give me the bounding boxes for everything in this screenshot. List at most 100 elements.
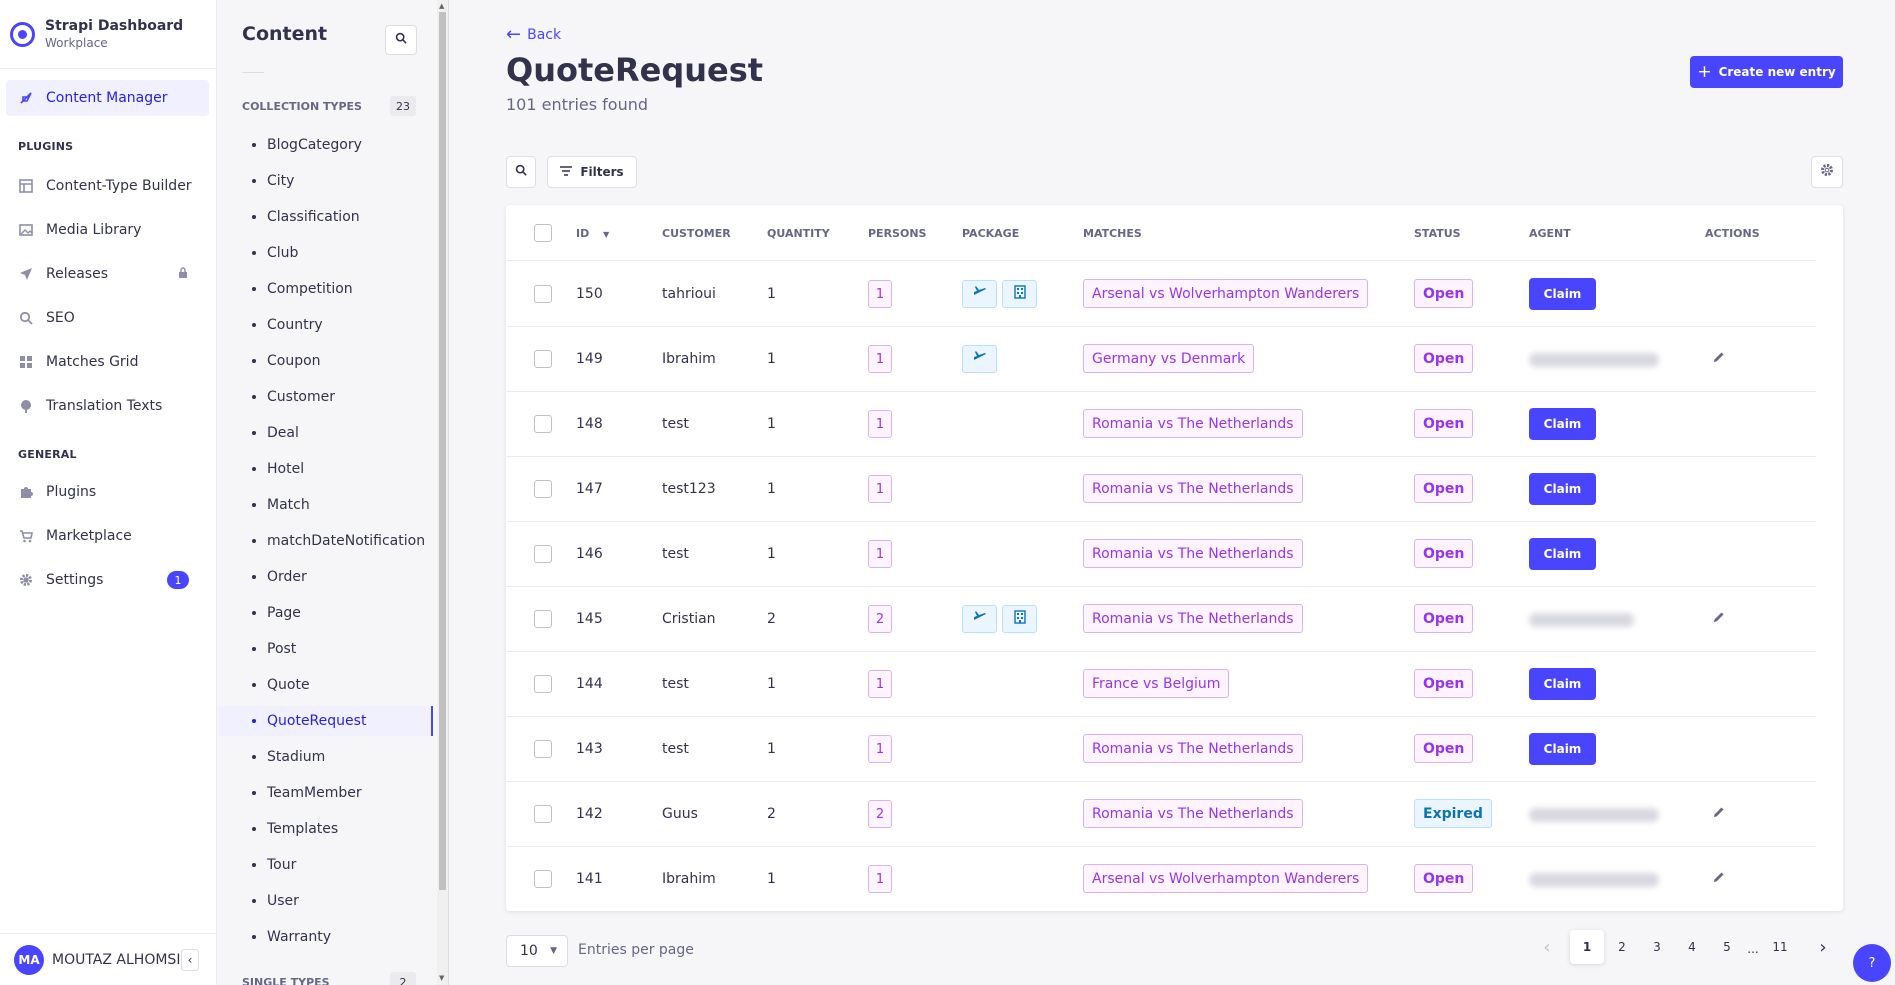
subnav-search-button[interactable] <box>385 25 417 55</box>
collection-item[interactable]: Hotel <box>218 454 433 484</box>
single-types-label[interactable]: SINGLE TYPES <box>242 976 330 985</box>
filters-button[interactable]: Filters <box>547 156 637 188</box>
table-settings-button[interactable] <box>1811 156 1843 188</box>
column-header-matches[interactable]: MATCHES <box>1083 227 1142 240</box>
brand-header[interactable]: Strapi Dashboard Workplace <box>0 0 216 69</box>
column-header-package[interactable]: PACKAGE <box>962 227 1019 240</box>
nav-marketplace[interactable]: Marketplace <box>6 518 209 554</box>
table-row[interactable]: 150 tahrioui 1 1 Arsenal vs Wolverhampton Wa… <box>506 262 1816 327</box>
collection-item[interactable]: TeamMember <box>218 778 433 808</box>
select-all-checkbox[interactable] <box>534 224 552 242</box>
table-row[interactable]: 148 test 1 1 Romania vs The Netherlands Open C… <box>506 392 1816 457</box>
table-row[interactable]: 143 test 1 1 Romania vs The Netherlands Open C… <box>506 717 1816 782</box>
claim-button[interactable]: Claim <box>1529 733 1596 765</box>
image-icon <box>18 222 34 238</box>
nav-content-manager[interactable]: Content Manager <box>6 80 209 116</box>
scrollbar-thumb[interactable] <box>439 12 446 890</box>
collection-item[interactable]: Competition <box>218 274 433 304</box>
claim-button[interactable]: Claim <box>1529 473 1596 505</box>
row-checkbox[interactable] <box>534 480 552 498</box>
collection-item[interactable]: Stadium <box>218 742 433 772</box>
collection-item[interactable]: Classification <box>218 202 433 232</box>
entries-per-page-select[interactable]: 10 ▼ <box>506 935 568 967</box>
user-profile[interactable]: MA MOUTAZ ALHOMSI ‹ <box>0 933 217 985</box>
collection-item[interactable]: Coupon <box>218 346 433 376</box>
column-header-persons[interactable]: PERSONS <box>868 227 926 240</box>
table-row[interactable]: 141 Ibrahim 1 1 Arsenal vs Wolverhampton Wan… <box>506 847 1816 912</box>
nav-settings[interactable]: Settings 1 <box>6 562 209 598</box>
create-new-entry-button[interactable]: + Create new entry <box>1690 56 1843 88</box>
status-badge: Open <box>1414 344 1474 373</box>
previous-page-button[interactable]: ‹ <box>1530 930 1564 964</box>
nav-seo[interactable]: SEO <box>6 300 209 336</box>
table-row[interactable]: 144 test 1 1 France vs Belgium Open Claim <box>506 652 1816 717</box>
row-checkbox[interactable] <box>534 350 552 368</box>
collection-types-label[interactable]: COLLECTION TYPES <box>242 100 362 113</box>
collection-item[interactable]: Tour <box>218 850 433 880</box>
edit-entry-button[interactable] <box>1711 806 1727 822</box>
row-checkbox[interactable] <box>534 415 552 433</box>
edit-entry-button[interactable] <box>1711 611 1727 627</box>
next-page-button[interactable]: › <box>1806 930 1840 964</box>
column-header-status[interactable]: STATUS <box>1414 227 1461 240</box>
column-header-agent[interactable]: AGENT <box>1529 227 1571 240</box>
nav-media-library[interactable]: Media Library <box>6 212 209 248</box>
collection-item[interactable]: Club <box>218 238 433 268</box>
back-link[interactable]: ← Back <box>506 24 561 45</box>
collection-item[interactable]: Quote <box>218 670 433 700</box>
page-button[interactable]: 2 <box>1605 930 1639 964</box>
nav-plugins[interactable]: Plugins <box>6 474 209 510</box>
row-checkbox[interactable] <box>534 740 552 758</box>
collapse-nav-button[interactable]: ‹ <box>181 948 199 971</box>
table-row[interactable]: 146 test 1 1 Romania vs The Netherlands Open C… <box>506 522 1816 587</box>
subnav-scrollbar[interactable]: ▲ ▼ <box>437 0 448 985</box>
table-row[interactable]: 149 Ibrahim 1 1 Germany vs Denmark Open <box>506 327 1816 392</box>
table-row[interactable]: 145 Cristian 2 2 Romania vs The Netherlands O… <box>506 587 1816 652</box>
row-checkbox[interactable] <box>534 870 552 888</box>
collection-item[interactable]: matchDateNotification <box>218 526 433 556</box>
table-row[interactable]: 147 test123 1 1 Romania vs The Netherlands Op… <box>506 457 1816 522</box>
collection-item[interactable]: Page <box>218 598 433 628</box>
nav-label: Content-Type Builder <box>46 178 192 194</box>
collection-item[interactable]: Customer <box>218 382 433 412</box>
row-checkbox[interactable] <box>534 285 552 303</box>
page-button[interactable]: 3 <box>1640 930 1674 964</box>
page-button[interactable]: 4 <box>1675 930 1709 964</box>
collection-item[interactable]: Templates <box>218 814 433 844</box>
nav-content-type-builder[interactable]: Content-Type Builder <box>6 168 209 204</box>
row-checkbox[interactable] <box>534 805 552 823</box>
edit-entry-button[interactable] <box>1711 351 1727 367</box>
page-button[interactable]: 5 <box>1710 930 1744 964</box>
nav-translation-texts[interactable]: Translation Texts <box>6 388 209 424</box>
claim-button[interactable]: Claim <box>1529 538 1596 570</box>
collection-item[interactable]: Post <box>218 634 433 664</box>
page-button[interactable]: 1 <box>1570 930 1604 964</box>
collection-item[interactable]: User <box>218 886 433 916</box>
table-row[interactable]: 142 Guus 2 2 Romania vs The Netherlands Expir… <box>506 782 1816 847</box>
column-header-quantity[interactable]: QUANTITY <box>767 227 830 240</box>
cell-quantity: 1 <box>767 741 776 757</box>
collection-item[interactable]: Order <box>218 562 433 592</box>
column-header-customer[interactable]: CUSTOMER <box>662 227 731 240</box>
column-header-id[interactable]: ID ▼ <box>576 227 609 240</box>
row-checkbox[interactable] <box>534 545 552 563</box>
page-button[interactable]: 11 <box>1763 930 1797 964</box>
nav-releases[interactable]: Releases <box>6 256 209 292</box>
collection-item[interactable]: Warranty <box>218 922 433 952</box>
bullet-icon <box>252 575 256 579</box>
collection-item[interactable]: Deal <box>218 418 433 448</box>
claim-button[interactable]: Claim <box>1529 668 1596 700</box>
collection-item[interactable]: BlogCategory <box>218 130 433 160</box>
collection-item[interactable]: Match <box>218 490 433 520</box>
claim-button[interactable]: Claim <box>1529 408 1596 440</box>
collection-item[interactable]: QuoteRequest <box>218 706 433 736</box>
row-checkbox[interactable] <box>534 675 552 693</box>
edit-entry-button[interactable] <box>1711 871 1727 887</box>
row-checkbox[interactable] <box>534 610 552 628</box>
help-button[interactable]: ? <box>1853 944 1891 982</box>
claim-button[interactable]: Claim <box>1529 278 1596 310</box>
nav-matches-grid[interactable]: Matches Grid <box>6 344 209 380</box>
table-search-button[interactable] <box>506 156 536 188</box>
collection-item[interactable]: City <box>218 166 433 196</box>
collection-item[interactable]: Country <box>218 310 433 340</box>
